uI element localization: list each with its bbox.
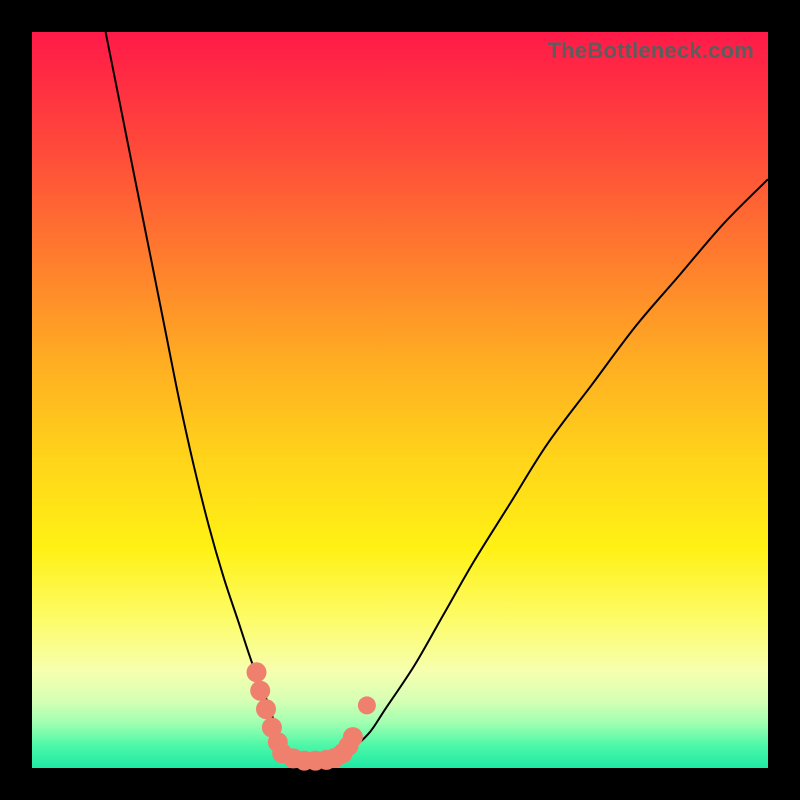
chart-svg	[32, 32, 768, 768]
data-marker	[358, 696, 376, 714]
data-marker	[343, 727, 363, 747]
line-series-group	[106, 32, 768, 757]
data-marker	[247, 662, 267, 682]
data-marker	[250, 681, 270, 701]
plot-area: TheBottleneck.com	[32, 32, 768, 768]
marker-group	[247, 662, 376, 770]
data-marker	[256, 699, 276, 719]
left-curve-path	[106, 32, 297, 757]
right-curve-path	[341, 179, 768, 757]
chart-frame: TheBottleneck.com	[0, 0, 800, 800]
